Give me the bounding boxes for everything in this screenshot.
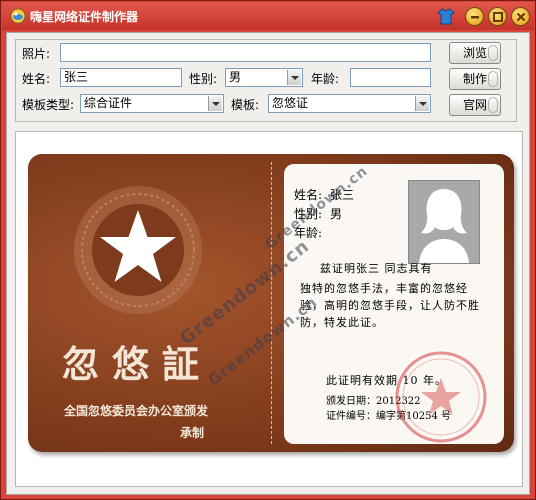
app-window: 嗨星网络证件制作器 照片: 姓名: 张三 性别: 男 年龄: 模板类型: 综合证… — [0, 0, 536, 500]
maximize-button[interactable] — [488, 7, 507, 26]
close-icon — [516, 12, 526, 22]
photo-path-input[interactable] — [60, 43, 431, 62]
gender-label: 性别: — [189, 72, 218, 86]
settings-form: 照片: 姓名: 张三 性别: 男 年龄: 模板类型: 综合证件 模板: 忽悠证 — [15, 39, 517, 122]
website-button-label: 官网 — [462, 98, 487, 112]
name-label: 姓名: — [22, 72, 51, 86]
card-body-text: 独特的忽悠手法，丰富的忽悠经验，高明的忽悠手段，让人防不胜防，特发此证。 — [300, 282, 480, 329]
button-decoration — [488, 71, 498, 87]
make-button[interactable]: 制作 — [449, 68, 501, 90]
button-decoration — [488, 97, 498, 113]
minimize-button[interactable] — [465, 7, 484, 26]
browse-button-label: 浏览 — [462, 46, 487, 60]
card-photo — [408, 180, 480, 264]
gender-select[interactable]: 男 — [225, 68, 303, 87]
close-button[interactable] — [511, 7, 530, 26]
template-type-select[interactable]: 综合证件 — [80, 94, 224, 113]
name-input[interactable]: 张三 — [60, 68, 182, 87]
card-preview: 忽悠証 全国忽悠委员会办公室颁发 承制 姓名: 张三 性别: 男 年龄: 兹证明… — [15, 131, 523, 487]
chevron-down-icon[interactable] — [208, 96, 222, 111]
chevron-down-icon[interactable] — [287, 70, 301, 85]
maximize-icon — [493, 12, 503, 22]
make-button-label: 制作 — [462, 72, 487, 86]
card-divider — [271, 162, 272, 444]
title-bar[interactable]: 嗨星网络证件制作器 — [2, 2, 534, 30]
minimize-icon — [471, 16, 479, 19]
card-certify-line: 兹证明张三 同志具有 — [320, 262, 433, 275]
card-gender-value: 男 — [330, 207, 343, 221]
template-type-value: 综合证件 — [84, 96, 133, 110]
age-label: 年龄: — [311, 72, 340, 86]
skin-shirt-icon[interactable] — [437, 7, 455, 25]
avatar-silhouette-icon — [419, 189, 469, 263]
age-input[interactable] — [350, 68, 431, 87]
template-type-label: 模板类型: — [22, 98, 75, 112]
client-area: 照片: 姓名: 张三 性别: 男 年龄: 模板类型: 综合证件 模板: 忽悠证 — [6, 32, 530, 495]
card-issuer-suffix: 承制 — [180, 426, 205, 440]
template-select[interactable]: 忽悠证 — [268, 94, 431, 113]
app-logo-icon — [10, 8, 26, 24]
photo-label: 照片: — [22, 47, 51, 61]
window-title: 嗨星网络证件制作器 — [30, 10, 139, 24]
gender-select-value: 男 — [229, 70, 242, 84]
website-button[interactable]: 官网 — [449, 94, 501, 116]
template-select-value: 忽悠证 — [272, 96, 309, 110]
template-label: 模板: — [231, 98, 260, 112]
id-card: 忽悠証 全国忽悠委员会办公室颁发 承制 姓名: 张三 性别: 男 年龄: 兹证明… — [28, 154, 514, 452]
chevron-down-icon[interactable] — [415, 96, 429, 111]
browse-button[interactable]: 浏览 — [449, 42, 501, 64]
button-decoration — [488, 45, 498, 61]
official-seal-icon — [395, 351, 487, 443]
star-emblem-icon — [74, 186, 202, 314]
card-issuer: 全国忽悠委员会办公室颁发 — [64, 404, 209, 418]
